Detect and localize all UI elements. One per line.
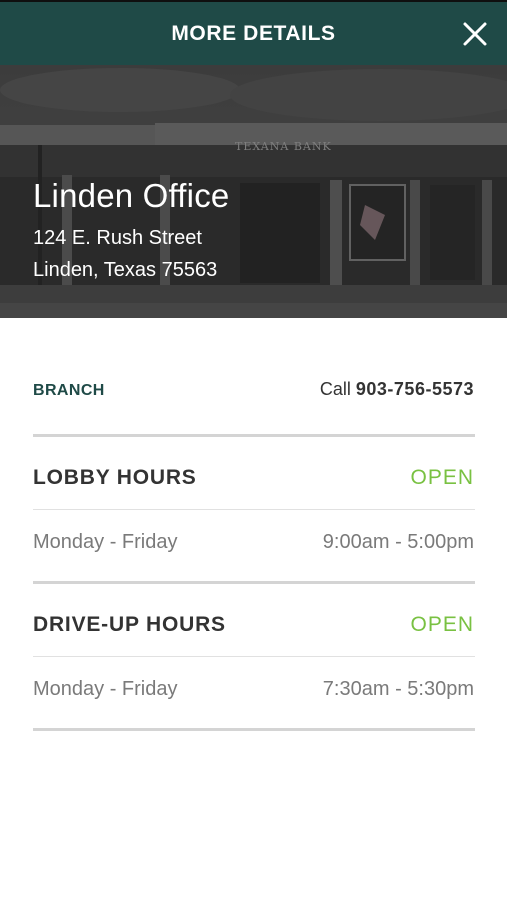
call-prefix: Call [319,379,356,399]
lobby-hours-range: 9:00am - 5:00pm [322,531,474,553]
close-icon [463,22,487,46]
divider [33,509,475,510]
call-phone-link[interactable]: Call 903-756-5573 [320,379,474,400]
divider [33,581,475,584]
address-city[interactable]: Linden, Texas 75563 [33,259,217,282]
drive-up-days: Monday - Friday [33,678,178,700]
lobby-days: Monday - Friday [33,531,178,553]
branch-label: BRANCH [33,382,105,399]
divider [33,728,475,731]
lobby-status-badge: OPEN [410,466,474,489]
divider [33,434,475,437]
branch-photo: TEXANA BANK Linden Office 124 E. Rush St… [0,65,507,318]
page-title: MORE DETAILS [171,22,336,45]
close-button[interactable] [461,20,489,48]
drive-up-hours-range: 7:30am - 5:30pm [322,678,474,700]
drive-up-status-badge: OPEN [410,613,474,636]
drive-up-hours-title: DRIVE-UP HOURS [33,613,226,636]
address-street[interactable]: 124 E. Rush Street [33,227,202,250]
header-bar: MORE DETAILS [0,0,507,65]
office-name: Linden Office [33,177,230,214]
phone-number[interactable]: 903-756-5573 [356,379,474,399]
divider [33,656,475,657]
lobby-hours-title: LOBBY HOURS [33,466,197,489]
